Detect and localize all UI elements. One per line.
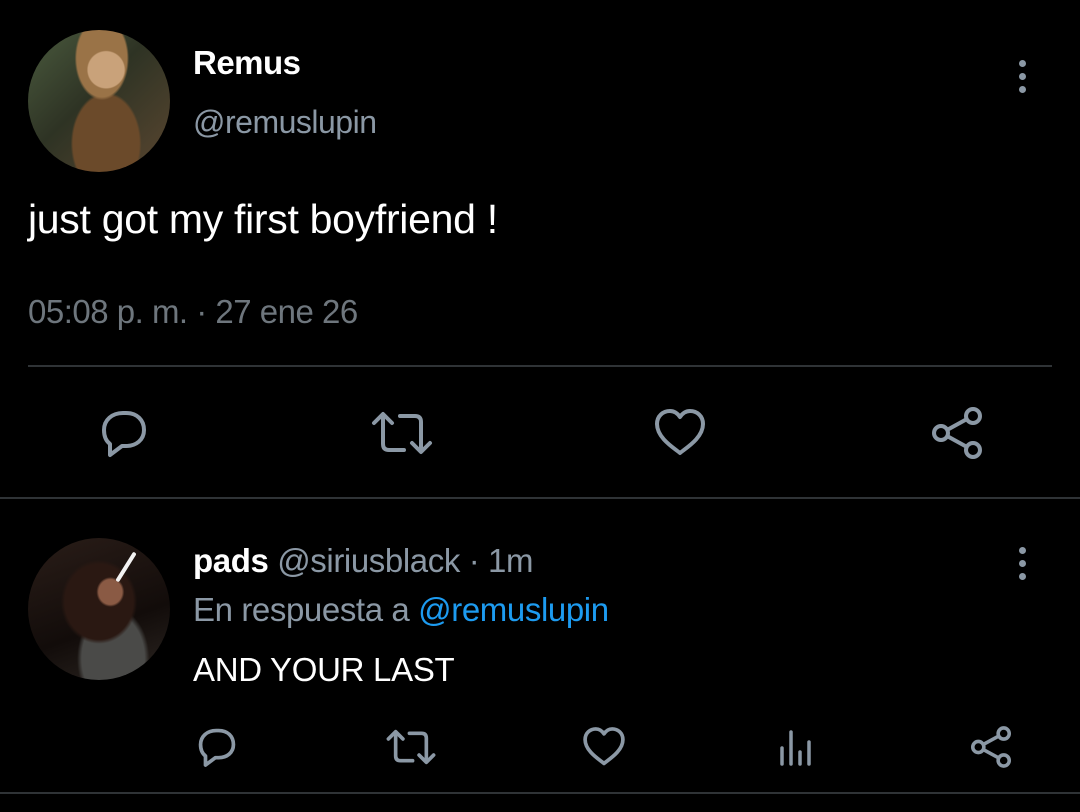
more-dots-icon bbox=[1018, 59, 1026, 67]
reply-text: AND YOUR LAST bbox=[193, 651, 455, 688]
handle-and-time: @siriusblack · 1m bbox=[268, 542, 534, 579]
reply-button[interactable] bbox=[194, 724, 240, 770]
like-button[interactable] bbox=[652, 405, 708, 461]
tweet-divider bbox=[0, 497, 1080, 499]
reply-button[interactable] bbox=[94, 405, 154, 461]
divider bbox=[28, 365, 1052, 367]
display-name[interactable]: pads bbox=[193, 542, 269, 579]
mention-link[interactable]: @remuslupin bbox=[418, 591, 609, 628]
analytics-icon bbox=[780, 730, 811, 766]
reply-prefix: En respuesta a bbox=[193, 591, 419, 628]
avatar[interactable] bbox=[28, 538, 170, 680]
tweet-timestamp[interactable]: 05:08 p. m. · 27 ene 26 bbox=[28, 293, 358, 331]
main-tweet: Remus @remuslupin just got my first boyf… bbox=[0, 0, 1080, 500]
retweet-icon bbox=[386, 729, 436, 765]
reply-header: pads @siriusblack · 1m bbox=[193, 542, 534, 580]
user-handle[interactable]: @remuslupin bbox=[193, 104, 377, 141]
replying-to: En respuesta a @remuslupin bbox=[193, 591, 609, 629]
retweet-button[interactable] bbox=[385, 726, 437, 768]
share-icon bbox=[932, 407, 982, 459]
like-icon bbox=[655, 409, 705, 455]
more-options-button[interactable] bbox=[1007, 54, 1037, 98]
more-dot bbox=[1018, 572, 1026, 580]
like-icon bbox=[583, 727, 625, 766]
share-button[interactable] bbox=[968, 724, 1014, 770]
reply-icon bbox=[198, 728, 236, 767]
more-dot bbox=[1018, 72, 1026, 80]
more-dots-icon bbox=[1018, 546, 1026, 554]
share-icon bbox=[970, 726, 1012, 768]
more-options-button[interactable] bbox=[1007, 541, 1037, 585]
more-dot bbox=[1018, 559, 1026, 567]
tweet-text: just got my first boyfriend ! bbox=[28, 196, 498, 242]
display-name[interactable]: Remus bbox=[193, 44, 301, 82]
avatar[interactable] bbox=[28, 30, 170, 172]
cigarette-detail bbox=[115, 551, 137, 583]
like-button[interactable] bbox=[581, 724, 627, 770]
more-dot bbox=[1018, 85, 1026, 93]
retweet-button[interactable] bbox=[370, 407, 434, 459]
share-button[interactable] bbox=[928, 405, 986, 461]
reply-icon bbox=[102, 411, 146, 457]
bottom-divider bbox=[0, 792, 1080, 794]
retweet-icon bbox=[372, 412, 432, 454]
analytics-button[interactable] bbox=[776, 726, 816, 768]
